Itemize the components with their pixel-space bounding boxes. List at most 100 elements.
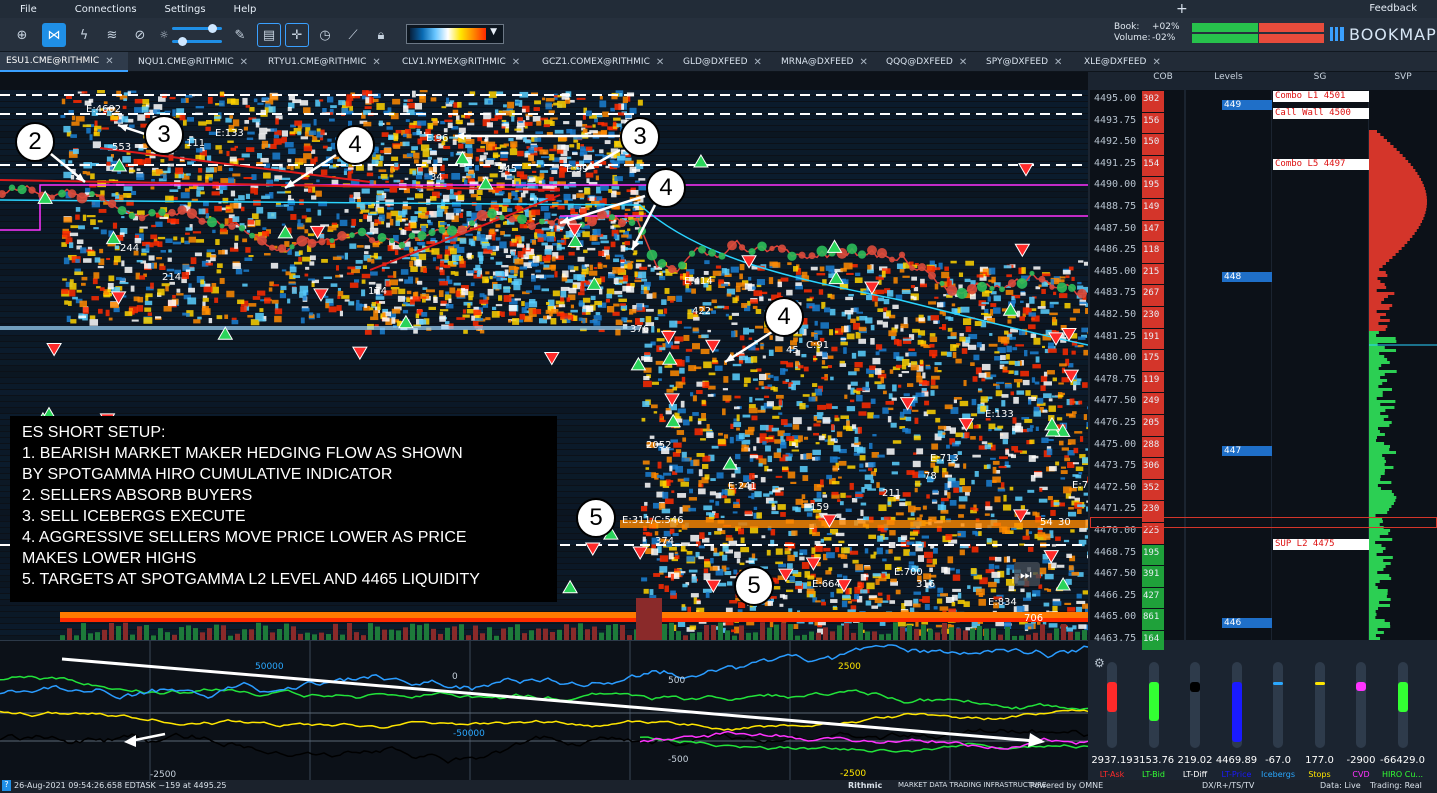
heatmap-brightness-slider[interactable]	[172, 37, 222, 46]
chart-marker-label: E:713	[930, 453, 959, 464]
add-tab-button[interactable]: +	[1176, 1, 1188, 17]
lock-icon[interactable]: 🔒︎	[369, 23, 393, 47]
price-tick: 4495.00	[1094, 93, 1137, 104]
chart-marker-label: 174	[368, 286, 387, 297]
tab-mrna-dxfeed[interactable]: MRNA@DXFEED ✕	[775, 52, 876, 72]
chart-line-icon[interactable]: ⟋	[341, 23, 365, 47]
close-icon[interactable]: ✕	[656, 57, 664, 68]
price-tick: 4481.25	[1094, 330, 1137, 342]
chart-marker-label: 706	[1024, 613, 1043, 624]
tab-label: MRNA@DXFEED	[781, 57, 854, 67]
chart-marker-label: 316	[916, 579, 935, 590]
chart-marker-label: E:834	[988, 597, 1017, 608]
volume-label: Volume:	[1114, 33, 1151, 43]
lightning-icon[interactable]: ϟ	[72, 23, 96, 47]
indicator-name: HIRO Cu...	[1381, 770, 1424, 779]
feedback-link[interactable]: Feedback	[1369, 3, 1417, 14]
note-line: 2. SELLERS ABSORB BUYERS	[22, 487, 253, 504]
price-tick: 4491.25	[1094, 157, 1137, 169]
crosshair-target-icon[interactable]: ⊕	[10, 23, 34, 47]
close-icon[interactable]: ✕	[859, 57, 867, 68]
cob-value: 147	[1143, 223, 1160, 234]
col-header-cob[interactable]: COB	[1142, 72, 1184, 90]
tab-nqu1-cme-rithmic[interactable]: NQU1.CME@RITHMIC ✕	[132, 52, 258, 72]
question-icon[interactable]: ?	[2, 780, 11, 791]
pencil-icon[interactable]: ✎	[228, 23, 252, 47]
close-icon[interactable]: ✕	[1152, 57, 1160, 68]
annotation-circle-4: 4	[646, 168, 686, 208]
tab-gld-dxfeed[interactable]: GLD@DXFEED ✕	[677, 52, 771, 72]
crosshair-icon[interactable]: ✛	[285, 23, 309, 47]
cob-value: 156	[1143, 115, 1160, 126]
tab-esu1-cme-rithmic[interactable]: ESU1.CME@RITHMIC ✕	[0, 52, 128, 72]
indicator-lines-svg: 50000 0 -50000 -2500 2500 -2500 500 -500	[0, 641, 1088, 780]
cob-value: 195	[1143, 547, 1160, 558]
layers-icon[interactable]: ≋	[100, 23, 124, 47]
menu-file[interactable]: File	[20, 4, 37, 15]
menu-settings[interactable]: Settings	[165, 4, 206, 15]
close-icon[interactable]: ✕	[372, 57, 380, 68]
chat-icon[interactable]: ▤	[257, 23, 281, 47]
heatmap-color-selector[interactable]: ▼	[406, 24, 504, 44]
price-tick: 4493.75	[1094, 114, 1137, 126]
note-line: 4. AGGRESSIVE SELLERS MOVE PRICE LOWER A…	[22, 529, 467, 546]
col-header-svp[interactable]: SVP	[1369, 72, 1437, 90]
tab-label: QQQ@DXFEED	[886, 57, 953, 67]
chart-marker-label: E:133	[215, 128, 244, 139]
cob-value: 861	[1143, 612, 1160, 623]
level-tag: 447	[1222, 446, 1272, 456]
book-value: +02%	[1152, 22, 1180, 32]
heatmap-contrast-slider[interactable]	[172, 24, 222, 33]
tab-qqq-dxfeed[interactable]: QQQ@DXFEED ✕	[880, 52, 976, 72]
level-tag: 446	[1222, 618, 1272, 628]
tab-spy-dxfeed[interactable]: SPY@DXFEED ✕	[980, 52, 1074, 72]
book-label: Book:	[1114, 22, 1140, 32]
rithmic-logo: Rithmic	[848, 781, 883, 790]
close-icon[interactable]: ✕	[240, 57, 248, 68]
trade-setup-note: ES SHORT SETUP: 1. BEARISH MARKET MAKER …	[10, 416, 557, 602]
sg-level-label: SUP L2 4475	[1273, 539, 1369, 550]
sg-level-label: Combo L5 4497	[1273, 159, 1369, 170]
note-line: MAKES LOWER HIGHS	[22, 550, 197, 567]
link-icon[interactable]: ⊘	[128, 23, 152, 47]
cob-value: 164	[1143, 634, 1160, 644]
note-line: 1. BEARISH MARKET MAKER HEDGING FLOW AS …	[22, 445, 463, 462]
timer-icon[interactable]: ◷	[313, 23, 337, 47]
close-icon[interactable]: ✕	[959, 57, 967, 68]
tab-label: CLV1.NYMEX@RITHMIC	[402, 57, 506, 67]
col-header-sg[interactable]: SG	[1272, 72, 1368, 90]
tab-rtyu1-cme-rithmic[interactable]: RTYU1.CME@RITHMIC ✕	[262, 52, 392, 72]
gear-icon[interactable]: ⚙	[1094, 656, 1105, 670]
share-nodes-icon[interactable]: ⋈	[42, 23, 66, 47]
close-icon[interactable]: ✕	[105, 56, 113, 67]
cob-value: 249	[1143, 396, 1160, 407]
cob-value: 288	[1143, 439, 1160, 450]
status-bar: ? 26-Aug-2021 09:54:26.658 EDT ASK ~159 …	[0, 780, 1437, 793]
chart-marker-label: 30	[1058, 517, 1071, 528]
tab-xle-dxfeed[interactable]: XLE@DXFEED ✕	[1078, 52, 1174, 72]
level-tag: 448	[1222, 272, 1272, 282]
annotation-circle-5: 5	[576, 498, 616, 538]
cob-value: 149	[1143, 202, 1160, 212]
indicator-gauge	[1190, 662, 1200, 748]
indicator-value: -66429.0	[1380, 755, 1425, 766]
col-header-levels[interactable]: Levels	[1186, 72, 1271, 90]
status-ask: ASK ~159 at 4495.25	[140, 781, 227, 790]
menu-help[interactable]: Help	[234, 4, 257, 15]
menu-connections[interactable]: Connections	[75, 4, 137, 15]
indicator-pane[interactable]: 50000 0 -50000 -2500 2500 -2500 500 -500	[0, 640, 1088, 780]
tab-clv1-nymex-rithmic[interactable]: CLV1.NYMEX@RITHMIC ✕	[396, 52, 532, 72]
close-icon[interactable]: ✕	[1054, 57, 1062, 68]
chart-marker-label: E:133	[985, 409, 1014, 420]
indicator-tick: -50000	[453, 729, 485, 739]
chart-marker-label: 553	[112, 142, 131, 153]
tab-label: NQU1.CME@RITHMIC	[138, 57, 234, 67]
cob-value: 205	[1143, 418, 1160, 428]
bookmap-logo: BOOKMAP	[1330, 25, 1437, 44]
close-icon[interactable]: ✕	[754, 57, 762, 68]
price-tick: 4485.00	[1094, 265, 1137, 277]
cob-value: 154	[1143, 158, 1160, 169]
svp-profile	[1369, 130, 1437, 640]
close-icon[interactable]: ✕	[512, 57, 520, 68]
tab-gcz1-comex-rithmic[interactable]: GCZ1.COMEX@RITHMIC ✕	[536, 52, 673, 72]
